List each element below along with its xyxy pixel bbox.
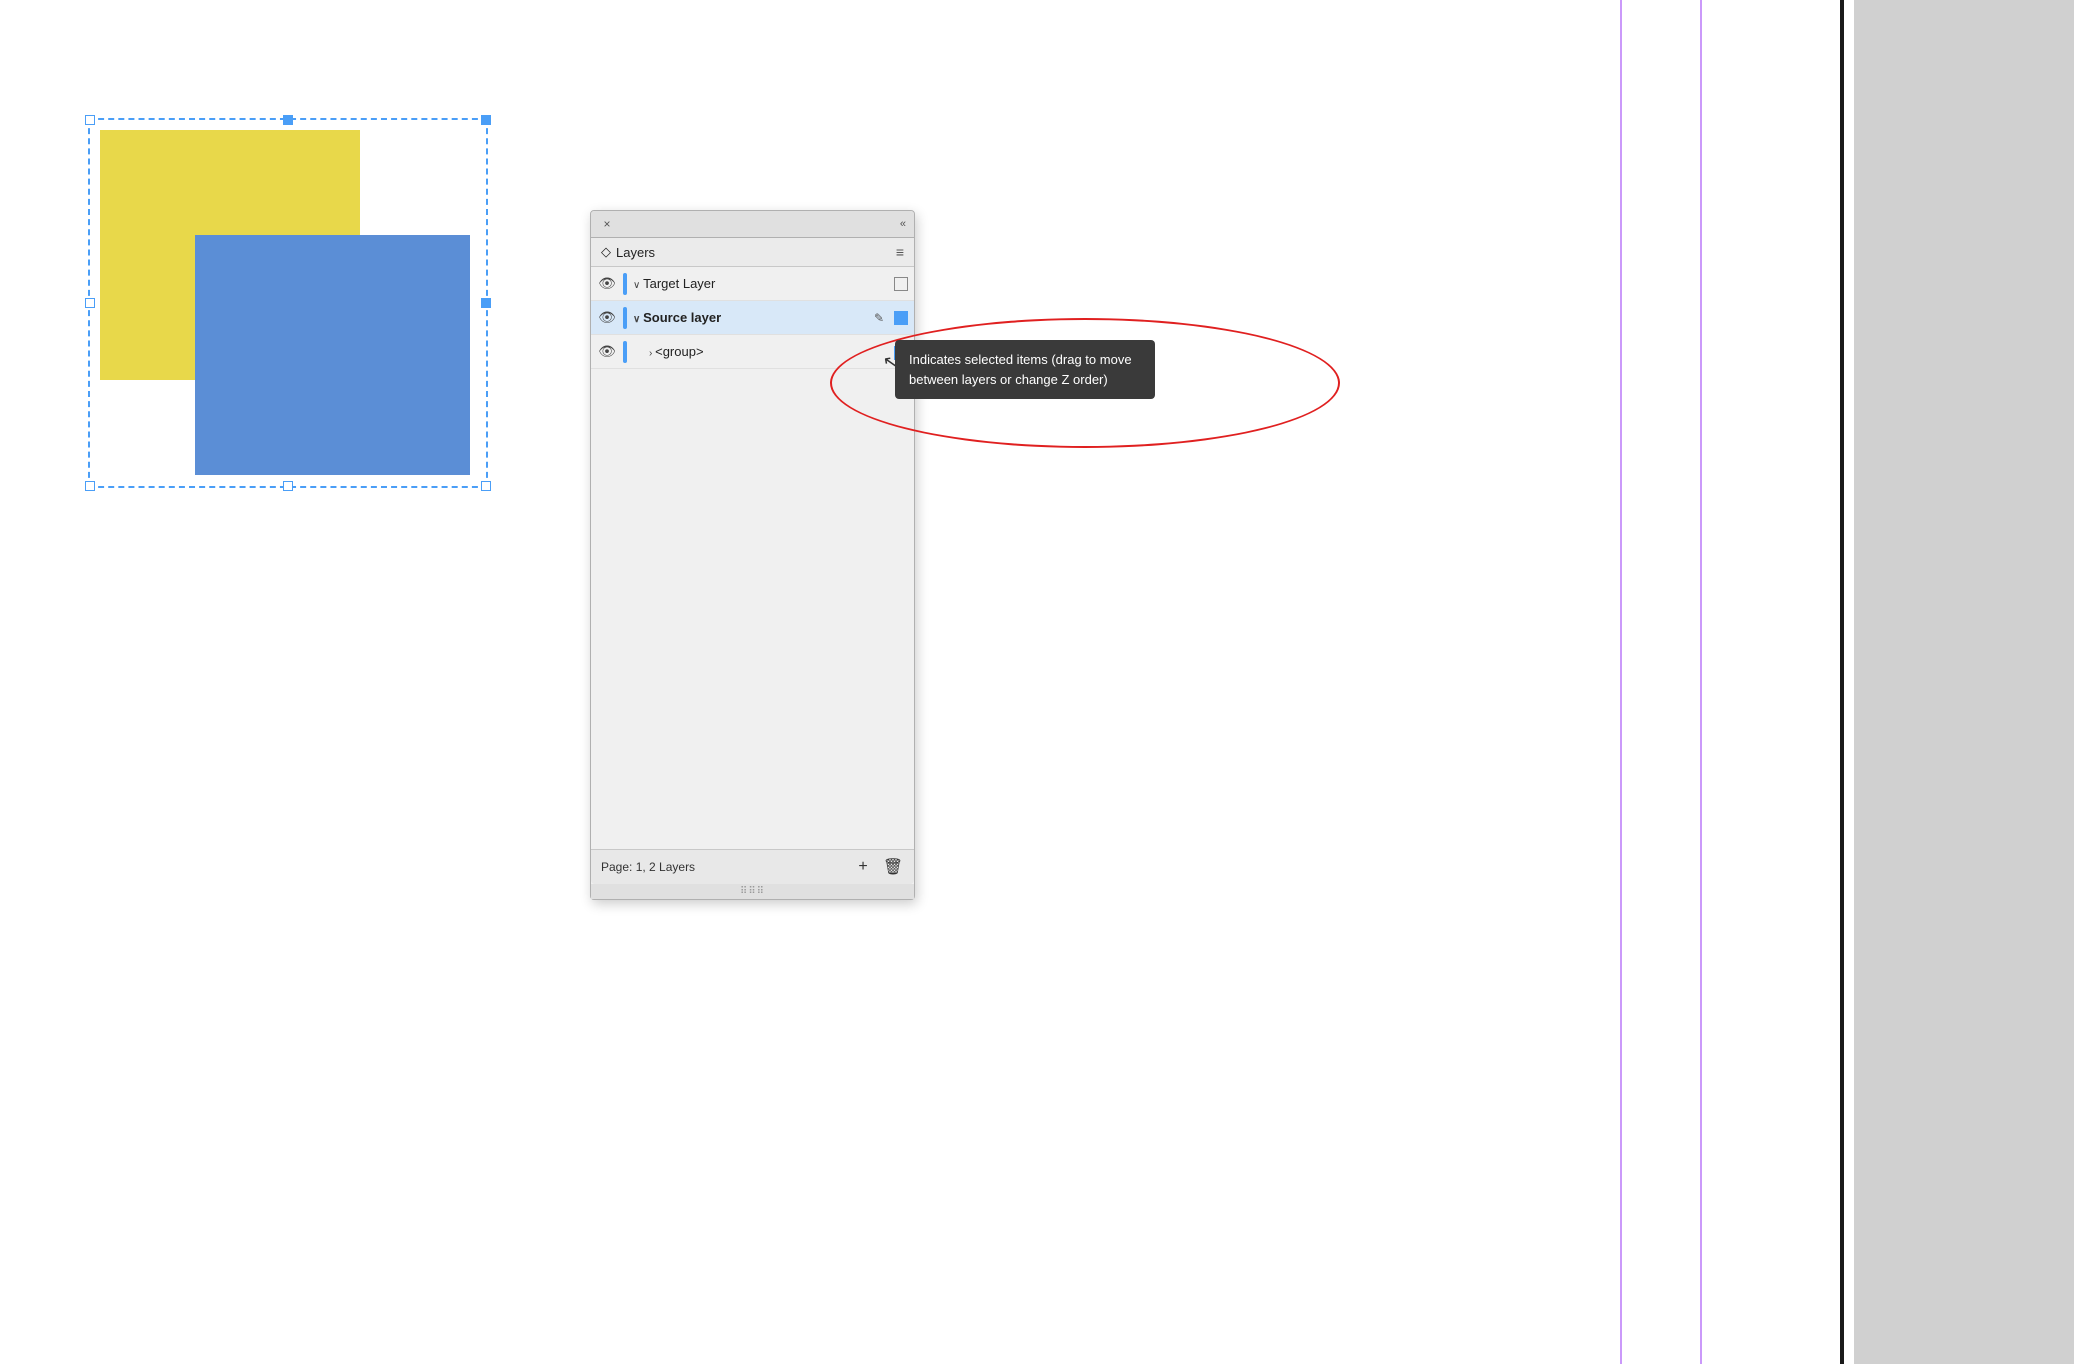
handle-middle-left[interactable]	[85, 298, 95, 308]
tooltip-text: Indicates selected items (drag to move b…	[909, 352, 1132, 387]
layer-label-target: Target Layer	[643, 276, 715, 291]
layer-color-bar-source	[623, 307, 627, 329]
layers-icon: ◇	[601, 244, 611, 260]
handle-middle-right[interactable]	[481, 298, 491, 308]
layer-color-bar-target	[623, 273, 627, 295]
panel-collapse-button[interactable]: «	[900, 218, 906, 230]
footer-page-label: Page: 1, 2 Layers	[601, 860, 695, 874]
panel-title: ◇ Layers	[601, 244, 655, 260]
expand-caret-source[interactable]: ∨	[633, 314, 643, 325]
layer-name-group: › <group>	[633, 344, 888, 359]
handle-top-center[interactable]	[283, 115, 293, 125]
handle-bottom-center[interactable]	[283, 481, 293, 491]
handle-top-left[interactable]	[85, 115, 95, 125]
layer-label-source: Source layer	[643, 310, 721, 325]
expand-caret-target[interactable]: ∨	[633, 280, 643, 291]
layer-name-source: ∨ Source layer	[633, 310, 864, 325]
panel-close-button[interactable]: ×	[599, 216, 615, 232]
delete-layer-button[interactable]: 🗑	[882, 856, 904, 878]
drag-dots-icon: ⠿⠿⠿	[740, 886, 765, 897]
layer-selector-target[interactable]	[894, 277, 908, 291]
guide-line-black	[1840, 0, 1844, 1364]
layer-color-bar-group	[623, 341, 627, 363]
handle-bottom-left[interactable]	[85, 481, 95, 491]
panel-menu-button[interactable]: ≡	[896, 244, 904, 260]
panel-header: ◇ Layers ≡	[591, 238, 914, 267]
panel-body	[591, 369, 914, 849]
add-layer-button[interactable]: +	[852, 856, 874, 878]
tooltip: Indicates selected items (drag to move b…	[895, 340, 1155, 399]
selection-box	[88, 118, 488, 488]
layers-panel: × « ◇ Layers ≡ 👁 ∨ Target Layer 👁 ∨ Sour…	[590, 210, 915, 900]
footer-actions: + 🗑	[852, 856, 904, 878]
layer-row-target[interactable]: 👁 ∨ Target Layer	[591, 267, 914, 301]
panel-footer: Page: 1, 2 Layers + 🗑	[591, 849, 914, 884]
panel-drag-handle[interactable]: ⠿⠿⠿	[591, 884, 914, 899]
layer-name-target: ∨ Target Layer	[633, 276, 888, 291]
layer-label-group: <group>	[655, 344, 703, 359]
layer-visibility-icon-source[interactable]: 👁	[597, 308, 617, 328]
layer-visibility-icon-group[interactable]: 👁	[597, 342, 617, 362]
handle-bottom-right[interactable]	[481, 481, 491, 491]
layer-row-group[interactable]: 👁 › <group>	[591, 335, 914, 369]
layer-row-source[interactable]: 👁 ∨ Source layer ✎	[591, 301, 914, 335]
panel-titlebar: × «	[591, 211, 914, 238]
layer-visibility-icon-target[interactable]: 👁	[597, 274, 617, 294]
layer-selector-source[interactable]	[894, 311, 908, 325]
right-panel	[1854, 0, 2074, 1364]
layer-edit-pencil-icon[interactable]: ✎	[870, 309, 888, 327]
handle-top-right[interactable]	[481, 115, 491, 125]
guide-line-purple-1	[1620, 0, 1622, 1364]
guide-line-purple-2	[1700, 0, 1702, 1364]
panel-title-label: Layers	[616, 245, 655, 260]
